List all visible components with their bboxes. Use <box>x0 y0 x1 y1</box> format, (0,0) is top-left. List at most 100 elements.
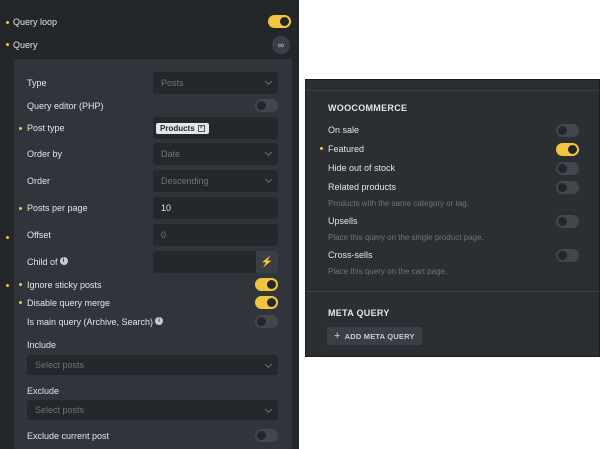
query-loop-row: Query loop <box>0 11 299 33</box>
post-type-tag-label: Products <box>160 123 195 133</box>
hide-out-of-stock-row: Hide out of stock <box>306 160 599 176</box>
infinity-link-icon[interactable]: ∞ <box>272 36 290 54</box>
ignore-sticky-label: Ignore sticky posts <box>27 280 102 290</box>
featured-row: Featured <box>306 141 599 157</box>
related-products-row: Related products <box>306 179 599 195</box>
order-label: Order <box>27 176 51 186</box>
add-meta-query-button[interactable]: + ADD META QUERY <box>327 327 422 345</box>
query-settings-panel: Query loop Query ∞ Type Posts Query edit… <box>0 0 299 449</box>
chevron-down-icon <box>264 148 273 157</box>
chevron-down-icon <box>264 175 273 184</box>
query-loop-toggle[interactable] <box>268 15 291 28</box>
toggle-knob <box>558 126 567 135</box>
post-type-tag: Products × <box>156 122 209 134</box>
post-type-select[interactable]: Products × <box>153 117 278 139</box>
query-loop-label: Query loop <box>13 17 58 27</box>
main-query-text: Is main query (Archive, Search) <box>27 317 154 327</box>
woocommerce-title: WOOCOMMERCE <box>328 103 408 113</box>
exclude-placeholder: Select posts <box>35 405 85 415</box>
child-of-row: Child of i ⚡ <box>14 251 292 273</box>
exclude-select[interactable]: Select posts <box>27 400 278 420</box>
order-by-label: Order by <box>27 149 63 159</box>
order-by-select[interactable]: Date <box>153 143 278 165</box>
posts-per-page-row: Posts per page 10 <box>14 197 292 219</box>
main-query-toggle[interactable] <box>255 315 278 328</box>
main-query-label: Is main query (Archive, Search) i <box>27 317 164 327</box>
posts-per-page-label: Posts per page <box>27 203 88 213</box>
include-row: Include <box>14 334 292 356</box>
hide-out-of-stock-label: Hide out of stock <box>328 163 396 173</box>
exclude-current-toggle[interactable] <box>255 429 278 442</box>
upsells-label: Upsells <box>328 216 358 226</box>
divider <box>306 291 599 292</box>
on-sale-toggle[interactable] <box>556 124 579 137</box>
order-row: Order Descending <box>14 170 292 192</box>
query-editor-toggle[interactable] <box>255 99 278 112</box>
toggle-knob <box>558 164 567 173</box>
dynamic-data-icon[interactable]: ⚡ <box>256 251 278 273</box>
order-select[interactable]: Descending <box>153 170 278 192</box>
upsells-toggle[interactable] <box>556 215 579 228</box>
posts-per-page-input[interactable]: 10 <box>153 197 278 219</box>
toggle-knob <box>257 317 266 326</box>
toggle-knob <box>568 145 577 154</box>
ignore-sticky-toggle[interactable] <box>255 278 278 291</box>
order-by-row: Order by Date <box>14 143 292 165</box>
main-query-row: Is main query (Archive, Search) i <box>14 311 292 333</box>
query-editor-label: Query editor (PHP) <box>27 101 104 111</box>
toggle-knob <box>257 101 266 110</box>
query-inner-panel: Type Posts Query editor (PHP) Post type … <box>14 59 292 449</box>
disable-merge-toggle[interactable] <box>255 296 278 309</box>
info-icon[interactable]: i <box>59 257 68 265</box>
exclude-current-row: Exclude current post <box>14 425 292 447</box>
toggle-knob <box>267 280 276 289</box>
info-icon[interactable]: i <box>155 317 164 325</box>
cross-sells-toggle[interactable] <box>556 249 579 262</box>
type-value: Posts <box>161 78 184 88</box>
order-value: Descending <box>161 176 209 186</box>
child-of-text: Child of <box>27 257 58 267</box>
close-icon[interactable]: × <box>197 124 205 132</box>
include-label: Include <box>27 340 57 350</box>
upsells-row: Upsells <box>306 213 599 229</box>
offset-placeholder: 0 <box>161 230 167 240</box>
child-of-input[interactable]: ⚡ <box>153 251 278 273</box>
cross-sells-label: Cross-sells <box>328 250 373 260</box>
upsells-hint: Place this query on the single product p… <box>328 233 484 242</box>
plus-icon: + <box>334 330 341 342</box>
query-row: Query <box>0 34 299 56</box>
toggle-knob <box>280 17 289 26</box>
offset-row: Offset 0 <box>14 224 292 246</box>
type-label: Type <box>27 78 47 88</box>
featured-toggle[interactable] <box>556 143 579 156</box>
modified-indicator <box>6 236 9 239</box>
query-editor-row: Query editor (PHP) <box>14 95 292 117</box>
post-type-row: Post type Products × <box>14 117 292 139</box>
exclude-row: Exclude <box>14 380 292 402</box>
child-of-label: Child of i <box>27 257 68 267</box>
query-label: Query <box>13 40 38 50</box>
divider <box>306 90 599 91</box>
chevron-down-icon <box>264 360 273 369</box>
on-sale-row: On sale <box>306 122 599 138</box>
exclude-current-label: Exclude current post <box>27 431 110 441</box>
toggle-knob <box>558 217 567 226</box>
meta-query-title: META QUERY <box>328 308 390 318</box>
posts-per-page-value: 10 <box>161 203 172 213</box>
woocommerce-panel: WOOCOMMERCE On sale Featured Hide out of… <box>305 79 600 357</box>
include-select[interactable]: Select posts <box>27 355 278 375</box>
type-select[interactable]: Posts <box>153 72 278 94</box>
on-sale-label: On sale <box>328 125 360 135</box>
toggle-knob <box>558 251 567 260</box>
related-products-hint: Products with the same category or tag. <box>328 199 469 208</box>
toggle-knob <box>558 183 567 192</box>
chevron-down-icon <box>264 405 273 414</box>
hide-out-of-stock-toggle[interactable] <box>556 162 579 175</box>
offset-label: Offset <box>27 230 51 240</box>
toggle-knob <box>257 431 266 440</box>
featured-label: Featured <box>328 144 365 154</box>
include-placeholder: Select posts <box>35 360 85 370</box>
related-products-toggle[interactable] <box>556 181 579 194</box>
offset-input[interactable]: 0 <box>153 224 278 246</box>
chevron-down-icon <box>264 77 273 86</box>
